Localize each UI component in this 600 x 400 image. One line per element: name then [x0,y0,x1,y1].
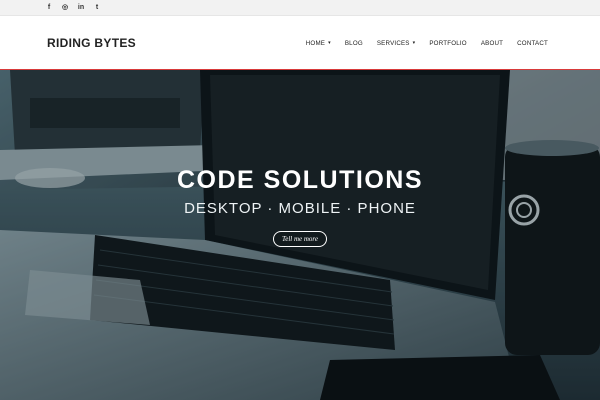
site-header: RIDING BYTES HOME ▾ BLOG SERVICES ▾ PORTFO… [0,16,600,70]
nav-item-about[interactable]: ABOUT [481,40,503,47]
github-icon[interactable]: ◎ [60,3,70,13]
nav-item-contact[interactable]: CONTACT [517,40,548,47]
hero-subtitle: DESKTOP · MOBILE · PHONE [184,200,416,217]
site-logo[interactable]: RIDING BYTES [47,36,136,50]
nav-label-services: SERVICES [376,40,410,47]
chevron-down-icon: ▾ [328,40,331,46]
social-bar: f ◎ in t [0,0,600,16]
nav-item-services[interactable]: SERVICES ▾ [377,40,416,47]
chevron-down-icon: ▾ [412,40,416,46]
twitter-icon[interactable]: t [92,3,102,13]
nav-item-portfolio[interactable]: PORTFOLIO [429,40,466,47]
hero-section: CODE SOLUTIONS DESKTOP · MOBILE · PHONE … [0,70,600,400]
facebook-icon[interactable]: f [44,3,54,13]
social-links: f ◎ in t [44,3,102,13]
nav-item-home[interactable]: HOME ▾ [306,40,331,47]
main-nav: HOME ▾ BLOG SERVICES ▾ PORTFOLIO ABOUT CON… [306,40,548,47]
hero-content: CODE SOLUTIONS DESKTOP · MOBILE · PHONE … [0,166,600,247]
nav-label-home: HOME [305,40,326,47]
hero-title: CODE SOLUTIONS [176,166,423,194]
tell-me-more-button[interactable]: Tell me more [272,231,328,247]
nav-item-blog[interactable]: BLOG [345,40,363,47]
linkedin-icon[interactable]: in [76,3,86,13]
